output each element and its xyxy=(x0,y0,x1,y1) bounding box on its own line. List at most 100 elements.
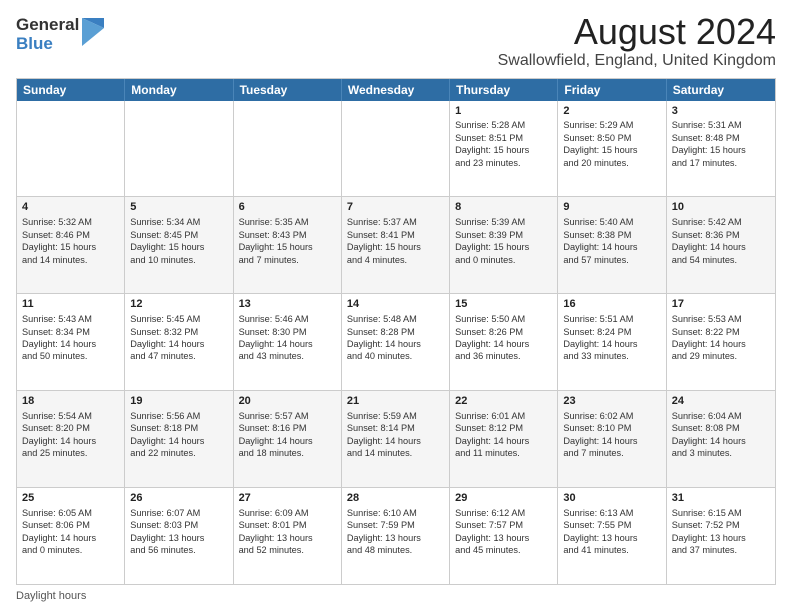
day-number: 29 xyxy=(455,491,552,506)
calendar-cell: 11Sunrise: 5:43 AM Sunset: 8:34 PM Dayli… xyxy=(17,294,125,390)
calendar: Sunday Monday Tuesday Wednesday Thursday… xyxy=(16,78,776,585)
calendar-row-5: 25Sunrise: 6:05 AM Sunset: 8:06 PM Dayli… xyxy=(17,487,775,584)
day-number: 8 xyxy=(455,200,552,215)
main-title: August 2024 xyxy=(498,12,776,52)
calendar-cell: 9Sunrise: 5:40 AM Sunset: 8:38 PM Daylig… xyxy=(558,197,666,293)
day-number: 25 xyxy=(22,491,119,506)
day-number: 15 xyxy=(455,297,552,312)
day-number: 24 xyxy=(672,394,770,409)
day-number: 28 xyxy=(347,491,444,506)
logo: General Blue xyxy=(16,16,104,53)
day-number: 11 xyxy=(22,297,119,312)
calendar-cell: 17Sunrise: 5:53 AM Sunset: 8:22 PM Dayli… xyxy=(667,294,775,390)
calendar-cell: 6Sunrise: 5:35 AM Sunset: 8:43 PM Daylig… xyxy=(234,197,342,293)
day-number: 10 xyxy=(672,200,770,215)
header-friday: Friday xyxy=(558,79,666,101)
day-number: 9 xyxy=(563,200,660,215)
day-info: Sunrise: 5:31 AM Sunset: 8:48 PM Dayligh… xyxy=(672,119,770,169)
calendar-cell: 12Sunrise: 5:45 AM Sunset: 8:32 PM Dayli… xyxy=(125,294,233,390)
day-info: Sunrise: 6:15 AM Sunset: 7:52 PM Dayligh… xyxy=(672,507,770,557)
logo-text: General Blue xyxy=(16,16,79,53)
day-number: 2 xyxy=(563,104,660,119)
calendar-cell: 3Sunrise: 5:31 AM Sunset: 8:48 PM Daylig… xyxy=(667,101,775,197)
day-info: Sunrise: 5:56 AM Sunset: 8:18 PM Dayligh… xyxy=(130,410,227,460)
calendar-cell: 4Sunrise: 5:32 AM Sunset: 8:46 PM Daylig… xyxy=(17,197,125,293)
day-number: 19 xyxy=(130,394,227,409)
day-number: 1 xyxy=(455,104,552,119)
calendar-cell: 18Sunrise: 5:54 AM Sunset: 8:20 PM Dayli… xyxy=(17,391,125,487)
calendar-row-1: 1Sunrise: 5:28 AM Sunset: 8:51 PM Daylig… xyxy=(17,101,775,197)
calendar-row-4: 18Sunrise: 5:54 AM Sunset: 8:20 PM Dayli… xyxy=(17,390,775,487)
day-info: Sunrise: 5:34 AM Sunset: 8:45 PM Dayligh… xyxy=(130,216,227,266)
calendar-cell: 1Sunrise: 5:28 AM Sunset: 8:51 PM Daylig… xyxy=(450,101,558,197)
day-number: 21 xyxy=(347,394,444,409)
day-number: 26 xyxy=(130,491,227,506)
day-info: Sunrise: 6:13 AM Sunset: 7:55 PM Dayligh… xyxy=(563,507,660,557)
calendar-cell xyxy=(342,101,450,197)
page: General Blue August 2024 Swallowfield, E… xyxy=(0,0,792,612)
day-info: Sunrise: 6:10 AM Sunset: 7:59 PM Dayligh… xyxy=(347,507,444,557)
day-info: Sunrise: 5:59 AM Sunset: 8:14 PM Dayligh… xyxy=(347,410,444,460)
day-info: Sunrise: 5:28 AM Sunset: 8:51 PM Dayligh… xyxy=(455,119,552,169)
day-number: 27 xyxy=(239,491,336,506)
calendar-cell: 30Sunrise: 6:13 AM Sunset: 7:55 PM Dayli… xyxy=(558,488,666,584)
calendar-cell: 22Sunrise: 6:01 AM Sunset: 8:12 PM Dayli… xyxy=(450,391,558,487)
day-number: 22 xyxy=(455,394,552,409)
day-number: 31 xyxy=(672,491,770,506)
day-number: 14 xyxy=(347,297,444,312)
calendar-cell: 28Sunrise: 6:10 AM Sunset: 7:59 PM Dayli… xyxy=(342,488,450,584)
day-info: Sunrise: 5:54 AM Sunset: 8:20 PM Dayligh… xyxy=(22,410,119,460)
day-info: Sunrise: 5:40 AM Sunset: 8:38 PM Dayligh… xyxy=(563,216,660,266)
day-number: 6 xyxy=(239,200,336,215)
day-info: Sunrise: 6:05 AM Sunset: 8:06 PM Dayligh… xyxy=(22,507,119,557)
calendar-header: Sunday Monday Tuesday Wednesday Thursday… xyxy=(17,79,775,101)
calendar-cell: 23Sunrise: 6:02 AM Sunset: 8:10 PM Dayli… xyxy=(558,391,666,487)
day-number: 4 xyxy=(22,200,119,215)
calendar-cell: 15Sunrise: 5:50 AM Sunset: 8:26 PM Dayli… xyxy=(450,294,558,390)
day-number: 5 xyxy=(130,200,227,215)
day-number: 17 xyxy=(672,297,770,312)
footer: Daylight hours xyxy=(16,590,776,602)
calendar-cell: 13Sunrise: 5:46 AM Sunset: 8:30 PM Dayli… xyxy=(234,294,342,390)
calendar-cell: 8Sunrise: 5:39 AM Sunset: 8:39 PM Daylig… xyxy=(450,197,558,293)
title-block: August 2024 Swallowfield, England, Unite… xyxy=(498,12,776,70)
calendar-cell: 16Sunrise: 5:51 AM Sunset: 8:24 PM Dayli… xyxy=(558,294,666,390)
calendar-cell: 24Sunrise: 6:04 AM Sunset: 8:08 PM Dayli… xyxy=(667,391,775,487)
calendar-cell: 26Sunrise: 6:07 AM Sunset: 8:03 PM Dayli… xyxy=(125,488,233,584)
day-info: Sunrise: 5:32 AM Sunset: 8:46 PM Dayligh… xyxy=(22,216,119,266)
day-info: Sunrise: 5:48 AM Sunset: 8:28 PM Dayligh… xyxy=(347,313,444,363)
day-info: Sunrise: 5:43 AM Sunset: 8:34 PM Dayligh… xyxy=(22,313,119,363)
logo-blue: Blue xyxy=(16,35,79,54)
day-info: Sunrise: 5:42 AM Sunset: 8:36 PM Dayligh… xyxy=(672,216,770,266)
logo-icon xyxy=(82,18,104,46)
day-number: 20 xyxy=(239,394,336,409)
calendar-cell: 19Sunrise: 5:56 AM Sunset: 8:18 PM Dayli… xyxy=(125,391,233,487)
day-number: 18 xyxy=(22,394,119,409)
day-info: Sunrise: 6:09 AM Sunset: 8:01 PM Dayligh… xyxy=(239,507,336,557)
calendar-cell: 29Sunrise: 6:12 AM Sunset: 7:57 PM Dayli… xyxy=(450,488,558,584)
calendar-cell xyxy=(234,101,342,197)
calendar-cell: 25Sunrise: 6:05 AM Sunset: 8:06 PM Dayli… xyxy=(17,488,125,584)
subtitle: Swallowfield, England, United Kingdom xyxy=(498,52,776,70)
day-info: Sunrise: 5:29 AM Sunset: 8:50 PM Dayligh… xyxy=(563,119,660,169)
day-info: Sunrise: 6:01 AM Sunset: 8:12 PM Dayligh… xyxy=(455,410,552,460)
calendar-cell xyxy=(17,101,125,197)
header-thursday: Thursday xyxy=(450,79,558,101)
header-saturday: Saturday xyxy=(667,79,775,101)
day-number: 23 xyxy=(563,394,660,409)
calendar-cell: 7Sunrise: 5:37 AM Sunset: 8:41 PM Daylig… xyxy=(342,197,450,293)
calendar-cell: 20Sunrise: 5:57 AM Sunset: 8:16 PM Dayli… xyxy=(234,391,342,487)
day-info: Sunrise: 5:39 AM Sunset: 8:39 PM Dayligh… xyxy=(455,216,552,266)
day-info: Sunrise: 6:12 AM Sunset: 7:57 PM Dayligh… xyxy=(455,507,552,557)
day-info: Sunrise: 5:53 AM Sunset: 8:22 PM Dayligh… xyxy=(672,313,770,363)
day-info: Sunrise: 5:46 AM Sunset: 8:30 PM Dayligh… xyxy=(239,313,336,363)
header-wednesday: Wednesday xyxy=(342,79,450,101)
day-info: Sunrise: 5:37 AM Sunset: 8:41 PM Dayligh… xyxy=(347,216,444,266)
calendar-body: 1Sunrise: 5:28 AM Sunset: 8:51 PM Daylig… xyxy=(17,101,775,584)
header-tuesday: Tuesday xyxy=(234,79,342,101)
day-number: 16 xyxy=(563,297,660,312)
calendar-cell: 5Sunrise: 5:34 AM Sunset: 8:45 PM Daylig… xyxy=(125,197,233,293)
calendar-cell: 27Sunrise: 6:09 AM Sunset: 8:01 PM Dayli… xyxy=(234,488,342,584)
calendar-cell: 14Sunrise: 5:48 AM Sunset: 8:28 PM Dayli… xyxy=(342,294,450,390)
day-info: Sunrise: 5:51 AM Sunset: 8:24 PM Dayligh… xyxy=(563,313,660,363)
